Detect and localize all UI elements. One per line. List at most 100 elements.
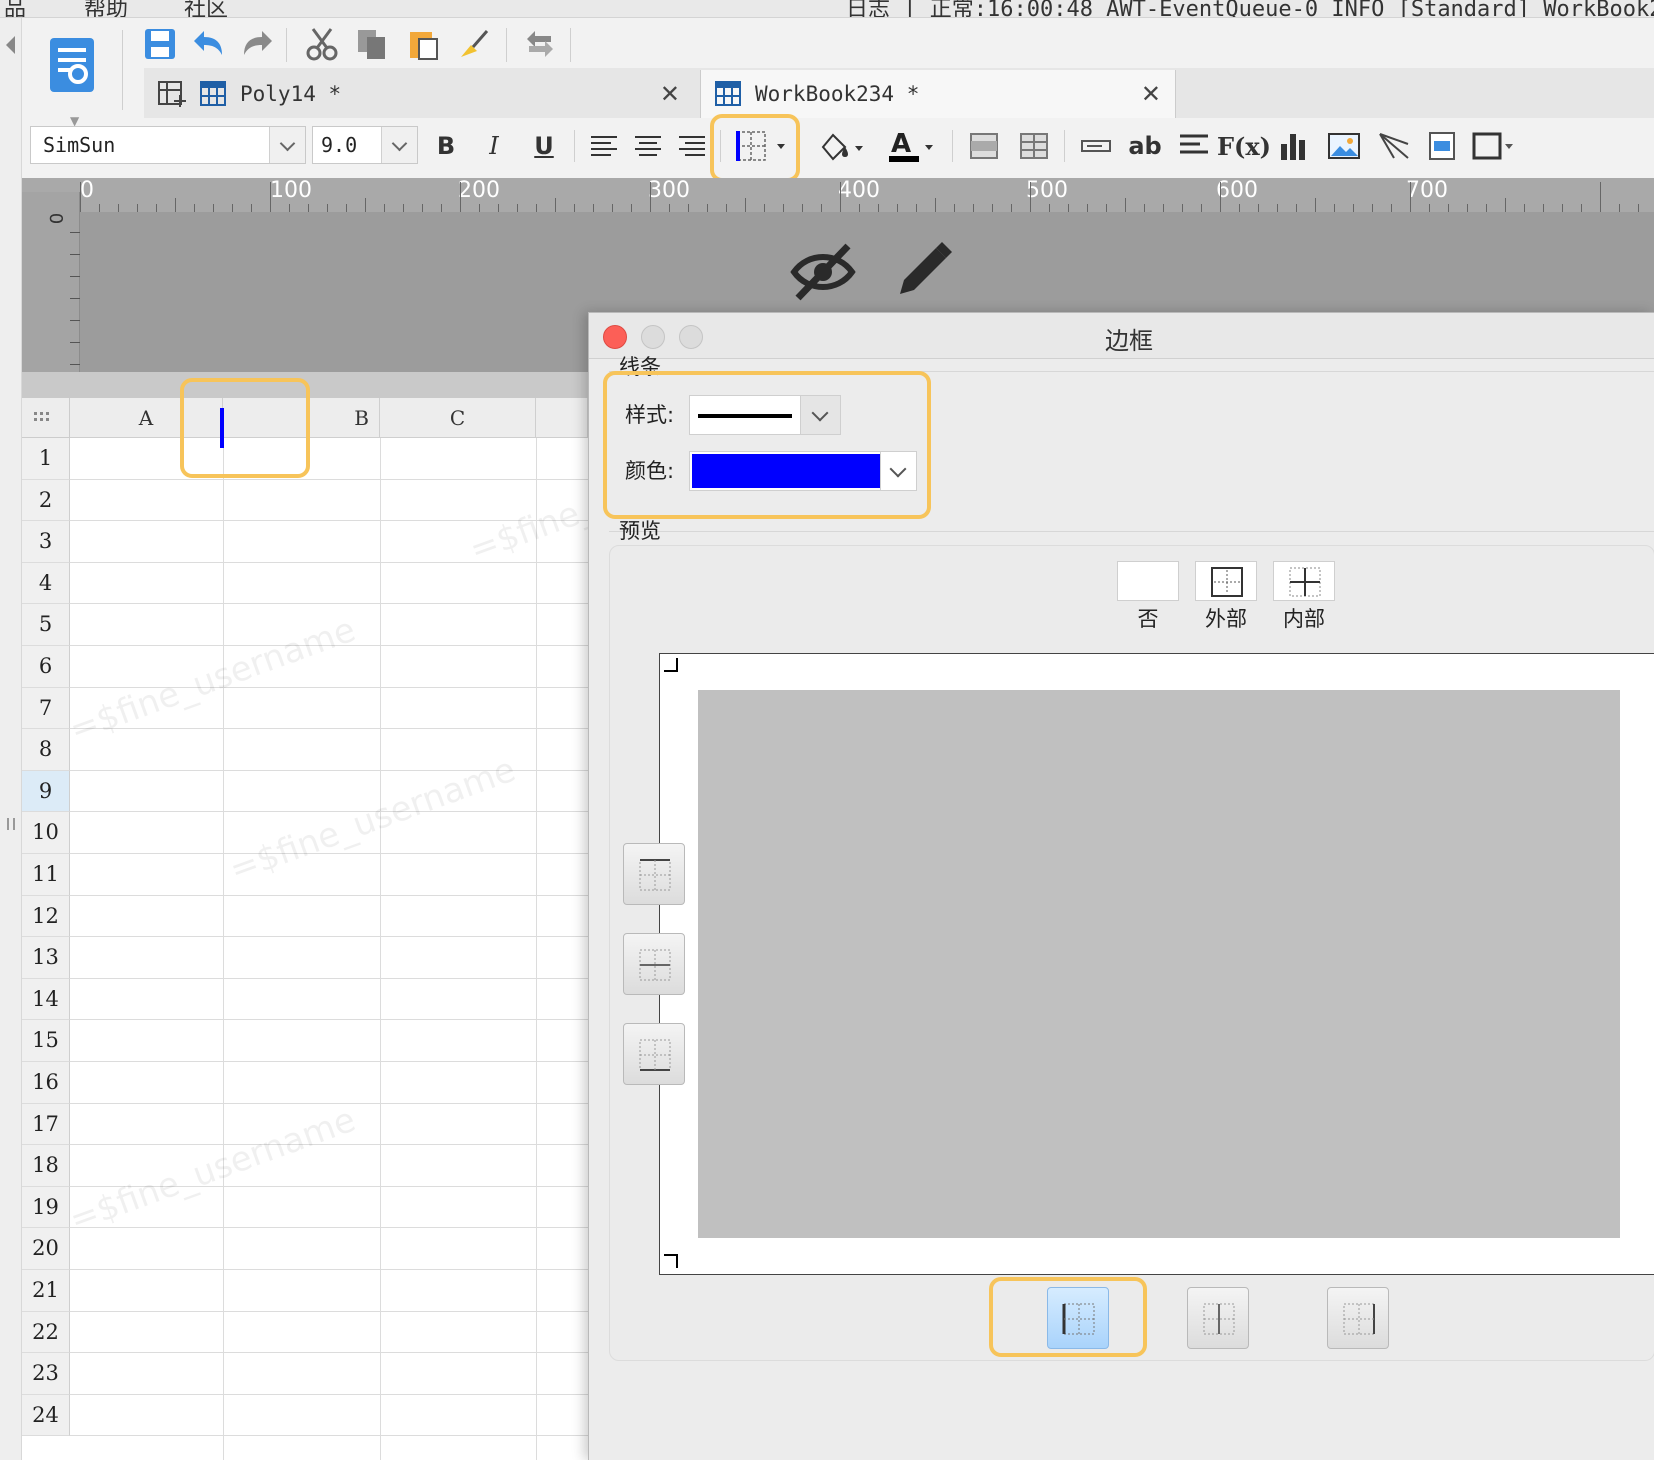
- slash-line-icon[interactable]: [1372, 126, 1416, 166]
- border-preview-canvas[interactable]: [659, 653, 1654, 1275]
- font-color-icon[interactable]: A: [882, 126, 942, 166]
- row-header-9[interactable]: 9: [22, 770, 70, 813]
- row-header-1[interactable]: 1: [22, 438, 70, 480]
- row-header-24[interactable]: 24: [22, 1394, 70, 1437]
- subreport-icon[interactable]: [1420, 126, 1464, 166]
- row-header-13[interactable]: 13: [22, 937, 70, 979]
- column-header-a[interactable]: A: [70, 398, 223, 438]
- save-icon[interactable]: [140, 24, 180, 64]
- border-right-button[interactable]: [1327, 1287, 1389, 1349]
- bold-button[interactable]: B: [426, 126, 466, 166]
- image-icon[interactable]: [1322, 126, 1366, 166]
- chevron-down-icon[interactable]: [269, 127, 305, 163]
- format-painter-icon[interactable]: [454, 24, 494, 64]
- swap-icon[interactable]: [520, 24, 560, 64]
- close-icon[interactable]: ✕: [660, 80, 680, 108]
- ruler-tick: [1049, 204, 1050, 212]
- ruler-tick: [1486, 204, 1487, 212]
- paragraph-icon[interactable]: [1172, 126, 1216, 166]
- text-ab-button[interactable]: ab: [1122, 126, 1168, 166]
- row-header-3[interactable]: 3: [22, 521, 70, 563]
- tab-workbook234[interactable]: WorkBook234 * ✕: [700, 70, 1176, 118]
- column-gridline: [536, 438, 537, 1460]
- tab-poly14[interactable]: Poly14 * ✕: [144, 70, 694, 118]
- line-style-select[interactable]: [689, 395, 841, 435]
- eye-hidden-icon[interactable]: [790, 240, 856, 302]
- preset-inside-button[interactable]: [1273, 561, 1335, 601]
- preset-outline-button[interactable]: [1195, 561, 1257, 601]
- row-header-18[interactable]: 18: [22, 1145, 70, 1187]
- column-header-c[interactable]: C: [380, 398, 536, 438]
- chevron-down-icon[interactable]: [381, 127, 417, 163]
- row-gridline: [70, 977, 588, 979]
- row-header-10[interactable]: 10: [22, 812, 70, 854]
- pencil-edit-icon[interactable]: [890, 238, 956, 304]
- chevron-down-icon[interactable]: [880, 452, 916, 490]
- font-family-select[interactable]: SimSun: [30, 126, 306, 164]
- template-preview-icon[interactable]: ▼: [50, 30, 96, 128]
- row-header-19[interactable]: 19: [22, 1186, 70, 1229]
- split-cells-icon[interactable]: [1014, 126, 1054, 166]
- border-horizontal-inner-button[interactable]: [623, 933, 685, 995]
- font-size-select[interactable]: 9.0: [312, 126, 418, 164]
- align-right-icon[interactable]: [672, 126, 712, 166]
- row-header-20[interactable]: 20: [22, 1228, 70, 1270]
- paste-icon[interactable]: [404, 24, 444, 64]
- border-vertical-inner-button[interactable]: [1187, 1287, 1249, 1349]
- align-center-icon[interactable]: [628, 126, 668, 166]
- undo-icon[interactable]: [188, 24, 228, 64]
- row-header-17[interactable]: 17: [22, 1103, 70, 1146]
- chart-icon[interactable]: [1272, 126, 1316, 166]
- row-header-11[interactable]: 11: [22, 854, 70, 896]
- preset-none-button[interactable]: [1117, 561, 1179, 601]
- resize-grip[interactable]: [7, 818, 15, 830]
- border-top-button[interactable]: [623, 843, 685, 905]
- row-header-8[interactable]: 8: [22, 729, 70, 771]
- line-color-select[interactable]: [689, 451, 917, 491]
- corner-mark-icon: [664, 658, 678, 672]
- row-header-7[interactable]: 7: [22, 687, 70, 730]
- column-header-b[interactable]: B: [223, 398, 380, 438]
- ruler-tick: [1163, 204, 1164, 212]
- border-bottom-button[interactable]: [623, 1023, 685, 1085]
- shape-border-icon[interactable]: [1468, 126, 1520, 166]
- ruler-label: 600: [1216, 178, 1258, 203]
- ruler-tick: [346, 204, 347, 212]
- row-header-14[interactable]: 14: [22, 978, 70, 1021]
- close-icon[interactable]: ✕: [1141, 80, 1161, 108]
- fill-color-icon[interactable]: [812, 126, 872, 166]
- italic-button[interactable]: I: [474, 126, 514, 166]
- ruler-tick: [70, 342, 80, 343]
- row-header-2[interactable]: 2: [22, 479, 70, 522]
- row-header-12[interactable]: 12: [22, 895, 70, 938]
- menu-help[interactable]: 帮助: [84, 0, 128, 17]
- collapse-arrow-icon[interactable]: [6, 36, 15, 54]
- align-left-icon[interactable]: [584, 126, 624, 166]
- underline-button[interactable]: U: [524, 126, 564, 166]
- formula-button[interactable]: F(x): [1217, 126, 1271, 166]
- merge-cells-icon[interactable]: [964, 126, 1004, 166]
- row-header-15[interactable]: 15: [22, 1020, 70, 1062]
- row-header-5[interactable]: 5: [22, 604, 70, 646]
- row-header-23[interactable]: 23: [22, 1353, 70, 1395]
- cut-icon[interactable]: [302, 24, 342, 64]
- border-button[interactable]: [728, 126, 794, 166]
- row-header-6[interactable]: 6: [22, 646, 70, 688]
- column-header-next[interactable]: [536, 398, 588, 438]
- row-header-16[interactable]: 16: [22, 1062, 70, 1104]
- copy-icon[interactable]: [352, 24, 392, 64]
- redo-icon[interactable]: [238, 24, 278, 64]
- menu-community[interactable]: 社区: [184, 0, 228, 17]
- ruler-tick: [175, 198, 176, 212]
- new-sheet-icon[interactable]: [158, 81, 186, 107]
- row-header-21[interactable]: 21: [22, 1270, 70, 1312]
- text-field-icon[interactable]: [1074, 126, 1118, 166]
- select-all-corner[interactable]: [22, 398, 70, 438]
- menu-fragment[interactable]: 品: [4, 0, 26, 17]
- row-header-22[interactable]: 22: [22, 1311, 70, 1354]
- border-left-button[interactable]: [1047, 1287, 1109, 1349]
- chevron-down-icon[interactable]: [800, 396, 840, 434]
- row-header-4[interactable]: 4: [22, 562, 70, 605]
- ruler-tick: [859, 204, 860, 212]
- ruler-tick: [1239, 204, 1240, 212]
